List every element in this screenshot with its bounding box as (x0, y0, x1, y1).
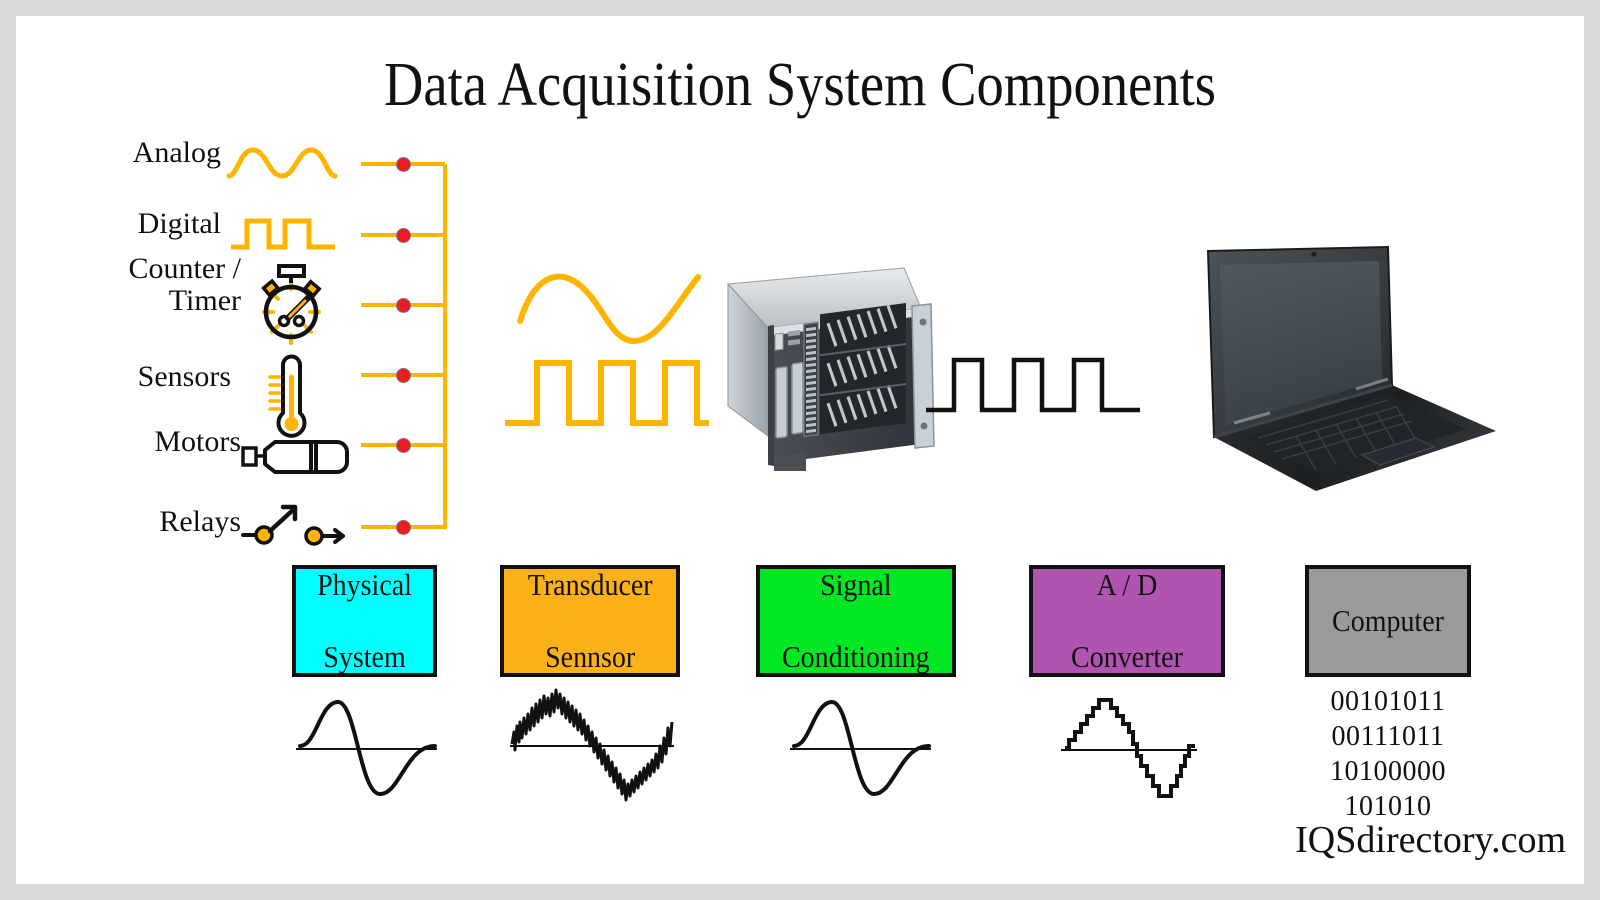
input-node-motors (396, 438, 411, 453)
relay-switch-icon (241, 503, 351, 551)
input-node-digital (396, 228, 411, 243)
input-node-counter-timer (396, 298, 411, 313)
stage-label-line2: Sennsor (544, 638, 636, 674)
input-label-sensors: Sensors (137, 360, 231, 393)
input-label-counter-timer: Counter / Timer (129, 253, 242, 317)
stage-label-line1: Computer (1332, 603, 1444, 639)
stage-box-computer[interactable]: Computer (1305, 565, 1471, 677)
input-label-counter-timer-line2: Timer (168, 283, 241, 317)
stage-label-line2: Conditioning (782, 638, 930, 674)
input-node-analog (396, 157, 411, 172)
input-label-analog: Analog (132, 136, 221, 169)
input-label-relays: Relays (159, 505, 241, 538)
binary-line-1: 00101011 (1330, 686, 1446, 717)
stage-label-line2: System (323, 638, 406, 674)
diagram-canvas: Data Acquisition System Components Analo… (16, 16, 1584, 884)
binary-line-2: 00111011 (1331, 721, 1445, 752)
watermark: IQSdirectory.com (1295, 819, 1566, 861)
waveform-clean-sine-conditioning (788, 694, 933, 804)
stage-box-transducer-sennsor[interactable]: Transducer Sennsor (500, 565, 680, 677)
stage-box-physical-system[interactable]: Physical System (292, 565, 437, 677)
stage-label-line1: A / D (1096, 567, 1158, 603)
stage-label-line1: Signal (820, 567, 892, 603)
waveform-clean-sine-physical (294, 694, 439, 804)
stage-label-line1: Physical (317, 567, 412, 603)
thermometer-icon (256, 354, 316, 441)
stopwatch-icon (248, 264, 334, 346)
black-square-wave (924, 352, 1144, 418)
motor-icon (241, 436, 351, 478)
orange-sine-wave (516, 261, 716, 351)
input-bus-line (443, 164, 447, 529)
orange-square-wave (503, 351, 711, 431)
waveform-noisy-sine-transducer (506, 684, 676, 806)
input-node-relays (396, 520, 411, 535)
binary-output-text: 00101011 00111011 10100000 101010 (1305, 684, 1471, 824)
analog-wave-icon (226, 142, 338, 184)
stage-box-ad-converter[interactable]: A / D Converter (1029, 565, 1225, 677)
stage-box-signal-conditioning[interactable]: Signal Conditioning (756, 565, 956, 677)
input-node-sensors (396, 368, 411, 383)
input-label-digital: Digital (137, 207, 221, 240)
input-label-counter-timer-line1: Counter / (128, 252, 242, 285)
stage-label-line2: Converter (1071, 638, 1183, 674)
rack-mount-daq-chassis (716, 266, 946, 471)
digital-square-wave-icon (229, 213, 337, 253)
inputs-panel: Analog Digital Counter / Timer Sensors M… (16, 16, 476, 576)
laptop-computer (1166, 241, 1496, 491)
input-label-motors: Motors (154, 425, 241, 458)
stage-label-line1: Transducer (527, 567, 653, 603)
binary-line-3: 10100000 (1330, 756, 1446, 787)
waveform-stepped-sine-adc (1059, 688, 1199, 806)
